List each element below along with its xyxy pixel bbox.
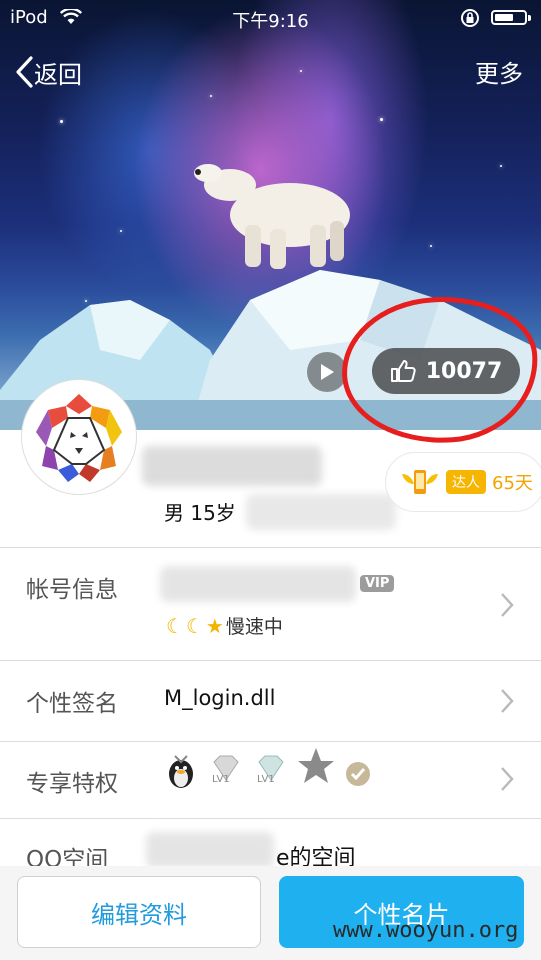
more-button[interactable]: 更多 xyxy=(475,54,523,89)
account-info-label: 帐号信息 xyxy=(26,577,118,603)
level-status: ☾ ☾ ★ 慢速中 xyxy=(166,612,283,639)
watermark: www.wooyun.org xyxy=(333,918,519,943)
daren-badge[interactable]: 达人 65天 xyxy=(385,452,541,512)
nickname-redacted xyxy=(142,446,322,486)
back-button[interactable]: 返回 xyxy=(14,54,82,90)
privilege-label: 专享特权 xyxy=(26,771,118,797)
gender-age: 男 15岁 xyxy=(164,501,236,525)
divider xyxy=(0,818,541,819)
chevron-right-icon xyxy=(501,767,514,791)
avatar[interactable] xyxy=(22,380,136,494)
rotation-lock-icon xyxy=(461,9,479,27)
account-redacted xyxy=(160,566,356,602)
chevron-right-icon xyxy=(501,593,514,617)
daren-days: 65天 xyxy=(492,473,533,494)
edit-profile-button[interactable]: 编辑资料 xyxy=(17,876,261,948)
star-badge-icon xyxy=(298,748,334,783)
chevron-left-icon xyxy=(16,56,33,88)
back-label: 返回 xyxy=(34,60,82,89)
check-badge-icon xyxy=(346,762,370,786)
vip-badge: VIP xyxy=(360,575,395,592)
wing-phone-icon xyxy=(402,470,438,494)
play-icon xyxy=(321,364,334,380)
moon-icon: ☾ xyxy=(166,613,184,638)
play-video-button[interactable] xyxy=(307,352,347,392)
daren-tag: 达人 xyxy=(446,470,486,494)
speed-text: 慢速中 xyxy=(225,616,283,638)
lion-avatar-image xyxy=(36,394,122,482)
chevron-right-icon xyxy=(501,689,514,713)
battery-icon xyxy=(491,10,531,25)
signature-label: 个性签名 xyxy=(26,691,118,717)
polar-bear-illustration xyxy=(194,164,350,269)
divider xyxy=(0,660,541,661)
divider xyxy=(0,547,541,548)
qzone-name-redacted xyxy=(146,832,274,868)
age-redacted xyxy=(246,494,396,530)
lv-label: LV1 xyxy=(257,774,275,785)
lv-label: LV1 xyxy=(212,774,230,785)
moon-icon: ☾ xyxy=(185,613,204,638)
diamond-lv-badge: LV1 xyxy=(208,752,244,792)
signature-value: M_login.dll xyxy=(164,686,276,710)
divider xyxy=(0,741,541,742)
status-bar: iPod 下午9:16 xyxy=(0,0,541,36)
star-icon: ★ xyxy=(205,613,224,638)
diamond-lv-badge: LV1 xyxy=(253,752,289,792)
qq-penguin-icon xyxy=(169,755,193,788)
